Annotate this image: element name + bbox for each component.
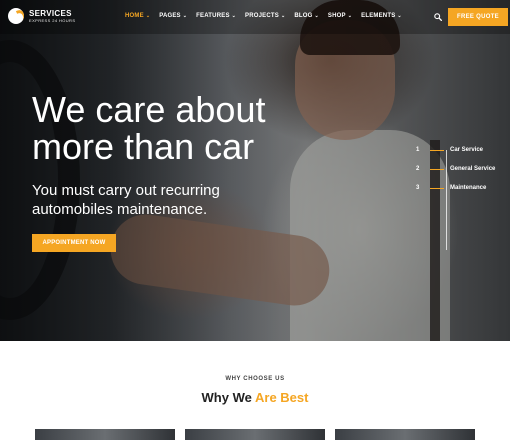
feature-card-image[interactable]	[185, 429, 325, 440]
slide-label: General Service	[450, 166, 496, 172]
appointment-button[interactable]: APPOINTMENT NOW	[32, 234, 116, 252]
hero-subtitle: You must carry out recurring automobiles…	[32, 181, 332, 219]
section-title-accent: Are Best	[255, 390, 309, 405]
slide-number: 1	[416, 147, 420, 153]
hero-headline-line2: more than car	[32, 126, 255, 167]
section-eyebrow: WHY CHOOSE US	[225, 376, 285, 382]
logo-title: SERVICES	[29, 8, 72, 18]
logo[interactable]: SERVICES EXPRESS 24 HOURS	[8, 8, 75, 24]
why-choose-us-section: WHY CHOOSE US Why We Are Best	[0, 341, 510, 440]
slide-nav-item-general-service[interactable]: 2 General Service	[416, 166, 495, 172]
slide-label: Maintenance	[450, 185, 487, 191]
nav-item-label: ELEMENTS	[361, 13, 396, 19]
hero-subtitle-line2: automobiles maintenance.	[32, 201, 208, 218]
search-icon[interactable]	[434, 13, 442, 21]
nav-item-label: PAGES	[159, 13, 181, 19]
slide-line	[430, 187, 444, 189]
logo-tagline: EXPRESS 24 HOURS	[29, 17, 76, 23]
nav-item-blog[interactable]: BLOG ⌄	[294, 13, 319, 19]
slide-line	[430, 168, 444, 170]
section-title: Why We Are Best	[0, 390, 510, 405]
nav-item-label: PROJECTS	[245, 13, 279, 19]
nav-item-label: BLOG	[294, 13, 313, 19]
chevron-down-icon: ⌄	[231, 13, 237, 19]
site-header: SERVICES EXPRESS 24 HOURS HOME ⌄ PAGES ⌄ F…	[0, 0, 510, 34]
hero-subtitle-line1: You must carry out recurring	[32, 182, 220, 199]
hero-headline-line1: We care about	[32, 89, 266, 130]
slide-nav-item-maintenance[interactable]: 3 Maintenance	[416, 185, 486, 191]
nav-item-shop[interactable]: SHOP ⌄	[328, 13, 352, 19]
nav-item-label: HOME	[125, 13, 144, 19]
slide-nav-item-car-service[interactable]: 1 Car Service	[416, 147, 483, 153]
main-nav: HOME ⌄ PAGES ⌄ FEATURES ⌄ PROJECTS ⌄ BLOG ⌄ S…	[125, 13, 411, 19]
nav-item-elements[interactable]: ELEMENTS ⌄	[361, 13, 402, 19]
chevron-down-icon: ⌄	[182, 13, 188, 19]
feature-card-image[interactable]	[335, 429, 475, 440]
chevron-down-icon: ⌄	[314, 13, 319, 19]
nav-item-home[interactable]: HOME ⌄	[125, 13, 150, 19]
hero-banner: We care about more than car You must car…	[0, 0, 510, 341]
nav-item-projects[interactable]: PROJECTS ⌄	[245, 13, 285, 19]
slide-nav-divider	[446, 150, 447, 250]
nav-item-pages[interactable]: PAGES ⌄	[159, 13, 187, 19]
hero-headline: We care about more than car	[32, 91, 372, 165]
nav-item-label: SHOP	[327, 13, 346, 19]
logo-text: SERVICES EXPRESS 24 HOURS	[29, 8, 76, 23]
nav-item-features[interactable]: FEATURES ⌄	[196, 13, 236, 19]
free-quote-button[interactable]: FREE QUOTE	[448, 8, 508, 26]
chevron-down-icon: ⌄	[347, 13, 353, 19]
slide-number: 3	[416, 185, 420, 191]
feature-card-image[interactable]	[35, 429, 175, 440]
slide-number: 2	[416, 166, 420, 172]
chevron-down-icon: ⌄	[281, 13, 286, 19]
slide-label: Car Service	[450, 147, 484, 153]
logo-icon	[8, 8, 24, 24]
chevron-down-icon: ⌄	[397, 13, 402, 19]
section-title-main: Why We	[201, 390, 252, 405]
nav-item-label: FEATURES	[196, 13, 230, 19]
chevron-down-icon: ⌄	[145, 13, 151, 19]
slide-line	[430, 149, 444, 151]
